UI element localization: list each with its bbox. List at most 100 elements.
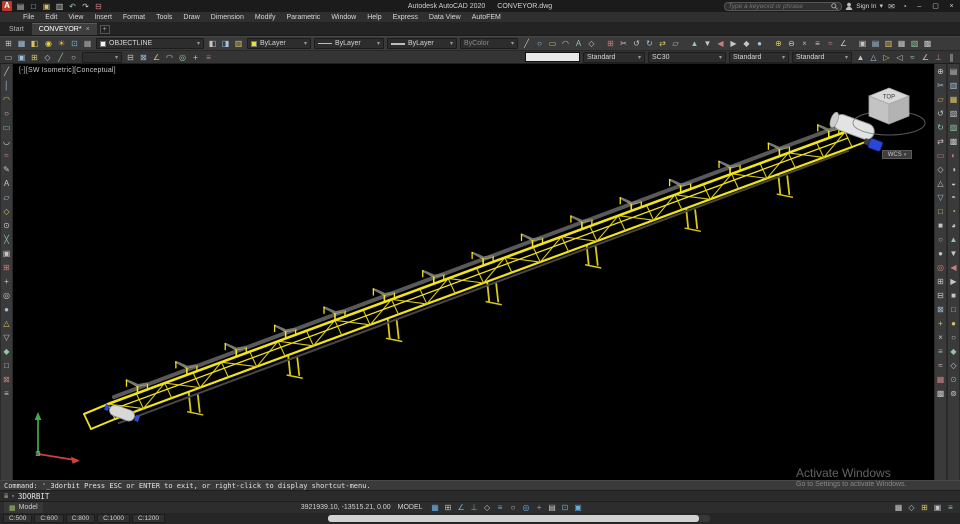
- user-icon[interactable]: [845, 2, 853, 10]
- plotstyle-dropdown[interactable]: ByColor ▾: [460, 38, 518, 49]
- right-rail1-icon-2[interactable]: ▱: [935, 95, 946, 104]
- row2-b-icon-6[interactable]: ≡: [203, 52, 214, 63]
- right-rail2-icon-5[interactable]: ▩: [948, 137, 959, 146]
- left-rail-icon-10[interactable]: ◇: [1, 207, 12, 216]
- signin-caret-icon[interactable]: ▾: [879, 2, 883, 10]
- linetype-dropdown[interactable]: ByLayer ▾: [314, 38, 384, 49]
- left-rail-icon-8[interactable]: A: [1, 179, 12, 188]
- tab-conveyor[interactable]: CONVEYOR* ×: [31, 23, 97, 35]
- right-rail2-icon-20[interactable]: ◆: [948, 347, 959, 356]
- close-button[interactable]: ×: [945, 3, 958, 10]
- help-search[interactable]: [724, 1, 843, 11]
- dim-style-caret-icon[interactable]: ▾: [719, 54, 722, 61]
- status-right-icon-2[interactable]: ⊞: [919, 502, 930, 513]
- status-icons-icon-7[interactable]: ◎: [521, 502, 532, 513]
- layer-tools-icon-3[interactable]: ▦: [82, 38, 93, 49]
- color-caret-icon[interactable]: ▾: [304, 40, 307, 47]
- left-rail-icon-21[interactable]: □: [1, 361, 12, 370]
- row1-c-icon-7[interactable]: ✂: [618, 38, 629, 49]
- status-right-icon-0[interactable]: ▦: [893, 502, 904, 513]
- left-rail-icon-22[interactable]: ⊠: [1, 375, 12, 384]
- row2-b-icon-2[interactable]: ∠: [151, 52, 162, 63]
- layer-dropdown[interactable]: OBJECTLINE ▾: [96, 38, 204, 49]
- row1-b-icon-0[interactable]: ◧: [207, 38, 218, 49]
- right-rail2-icon-22[interactable]: ⊙: [948, 375, 959, 384]
- toolbar-text-input[interactable]: [525, 52, 580, 62]
- menu-item-data-view[interactable]: Data View: [424, 12, 466, 23]
- left-rail-icon-20[interactable]: ◆: [1, 347, 12, 356]
- commandline-customize-icon[interactable]: ≣: [4, 492, 8, 500]
- qat-icon-0[interactable]: ▤: [15, 1, 26, 12]
- row1-c-icon-4[interactable]: A: [573, 38, 584, 49]
- row2-b-icon-3[interactable]: ◠: [164, 52, 175, 63]
- table-style-dropdown[interactable]: Standard ▾: [729, 51, 789, 63]
- layout-tab-c1000[interactable]: C:1000: [97, 514, 131, 523]
- status-icons-icon-1[interactable]: ⊞: [443, 502, 454, 513]
- sign-in-button[interactable]: Sign In: [856, 3, 876, 10]
- right-rail1-icon-18[interactable]: +: [935, 319, 946, 328]
- menu-item-format[interactable]: Format: [118, 12, 150, 23]
- row1-c-icon-10[interactable]: ⇄: [657, 38, 668, 49]
- row1-b-icon-1[interactable]: ◨: [220, 38, 231, 49]
- left-rail-icon-14[interactable]: ⊞: [1, 263, 12, 272]
- row2-a-icon-3[interactable]: ◇: [42, 52, 53, 63]
- menu-item-edit[interactable]: Edit: [40, 12, 62, 23]
- status-icons-icon-6[interactable]: ○: [508, 502, 519, 513]
- right-rail2-icon-3[interactable]: ▧: [948, 109, 959, 118]
- right-rail1-icon-6[interactable]: ▭: [935, 151, 946, 160]
- row1-c-icon-5[interactable]: ◇: [586, 38, 597, 49]
- row1-c-icon-21[interactable]: ≡: [812, 38, 823, 49]
- menu-item-help[interactable]: Help: [362, 12, 386, 23]
- right-rail2-icon-2[interactable]: ▦: [948, 95, 959, 104]
- row1-b-icon-2[interactable]: ▥: [233, 38, 244, 49]
- row1-c-icon-19[interactable]: ⊖: [786, 38, 797, 49]
- row1-c-icon-27[interactable]: ▦: [896, 38, 907, 49]
- mleader-style-dropdown[interactable]: Standard ▾: [792, 51, 852, 63]
- row1-c-icon-11[interactable]: ▱: [670, 38, 681, 49]
- row1-c-icon-20[interactable]: ×: [799, 38, 810, 49]
- row1-c-icon-13[interactable]: ▼: [702, 38, 713, 49]
- menu-item-dimension[interactable]: Dimension: [206, 12, 249, 23]
- right-rail2-icon-19[interactable]: ○: [948, 333, 959, 342]
- left-rail-icon-9[interactable]: ▱: [1, 193, 12, 202]
- linetype-caret-icon[interactable]: ▾: [377, 40, 380, 47]
- qat-icon-2[interactable]: ▣: [41, 1, 52, 12]
- row1-c-icon-17[interactable]: ●: [754, 38, 765, 49]
- menu-item-view[interactable]: View: [63, 12, 88, 23]
- left-rail-icon-13[interactable]: ▣: [1, 249, 12, 258]
- right-rail2-icon-6[interactable]: ◐: [948, 151, 959, 160]
- layer-tools-icon-1[interactable]: ☀: [56, 38, 67, 49]
- row2-c-icon-5[interactable]: ∠: [920, 52, 931, 63]
- right-rail2-icon-23[interactable]: ⊚: [948, 389, 959, 398]
- status-icons-icon-2[interactable]: ∠: [456, 502, 467, 513]
- model-space-toggle[interactable]: MODEL: [395, 504, 426, 511]
- qat-icon-5[interactable]: ↷: [80, 1, 91, 12]
- menu-item-parametric[interactable]: Parametric: [281, 12, 325, 23]
- color-dropdown[interactable]: ByLayer ▾: [247, 38, 311, 49]
- status-icons-icon-9[interactable]: ▤: [547, 502, 558, 513]
- left-rail-icon-15[interactable]: +: [1, 277, 12, 286]
- qat-icon-3[interactable]: ▥: [54, 1, 65, 12]
- row1-c-icon-22[interactable]: ≈: [825, 38, 836, 49]
- minimize-button[interactable]: –: [913, 3, 926, 10]
- left-rail-icon-2[interactable]: ◠: [1, 95, 12, 104]
- right-rail1-icon-10[interactable]: □: [935, 207, 946, 216]
- left-rail-icon-1[interactable]: │: [1, 81, 12, 90]
- horizontal-scrollbar[interactable]: [328, 515, 710, 522]
- wcs-dropdown[interactable]: WCS ▾: [882, 150, 912, 159]
- left-rail-icon-5[interactable]: ◡: [1, 137, 12, 146]
- right-rail2-icon-17[interactable]: □: [948, 305, 959, 314]
- search-icon[interactable]: [831, 2, 839, 10]
- row1-c-icon-0[interactable]: ╱: [521, 38, 532, 49]
- right-rail2-icon-11[interactable]: ◕: [948, 221, 959, 230]
- view-combo-caret-icon[interactable]: ▾: [115, 54, 118, 61]
- row1-a-icon-2[interactable]: ◧: [29, 38, 40, 49]
- layout-tab-c800[interactable]: C:800: [65, 514, 96, 523]
- row2-a-icon-5[interactable]: ○: [68, 52, 79, 63]
- right-rail2-icon-1[interactable]: ▥: [948, 81, 959, 90]
- right-rail1-icon-23[interactable]: ▩: [935, 389, 946, 398]
- row1-c-icon-12[interactable]: ▲: [689, 38, 700, 49]
- right-rail2-icon-9[interactable]: ◓: [948, 193, 959, 202]
- scrollbar-thumb[interactable]: [328, 515, 699, 522]
- menu-item-insert[interactable]: Insert: [89, 12, 117, 23]
